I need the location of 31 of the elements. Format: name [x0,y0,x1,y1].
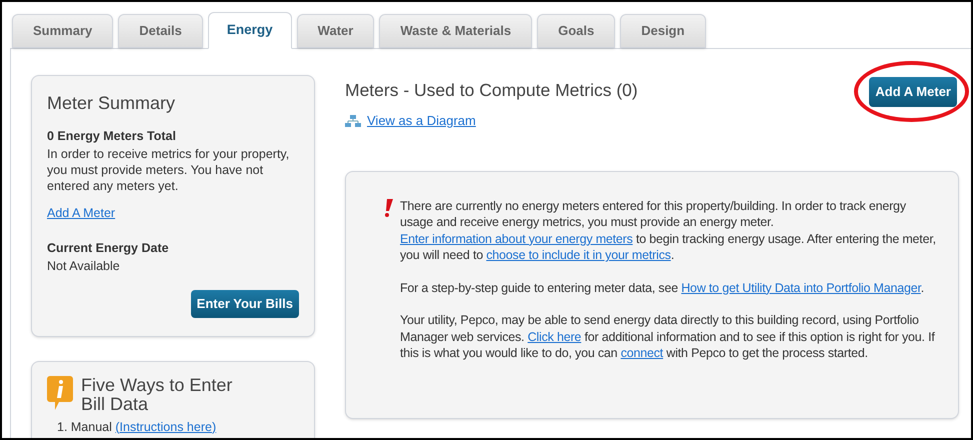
notice-paragraph: There are currently no energy meters entered for this property/building. In order to track energy usage and receive energy metrics, you must provide an energy meter. Enter information about your energy meters to begin tracking energy usage. After entering the meter, you will need to choose to include it in your metrics. [400,198,937,264]
info-icon [47,376,73,410]
section-title: Meters - Used to Compute Metrics (0) [345,79,638,102]
tab[interactable]: Waste & Materials [379,14,532,48]
inline-link[interactable]: How to get Utility Data into Portfolio Manager [681,280,921,295]
tab[interactable]: Goals [537,14,616,48]
meter-total: 0 Energy Meters Total [47,128,177,145]
tab[interactable]: Summary [12,14,114,48]
tab[interactable]: Energy [208,12,292,49]
add-meter-link[interactable]: Add A Meter [47,204,116,222]
add-meter-button[interactable]: Add A Meter [869,77,957,106]
enter-bills-button[interactable]: Enter Your Bills [190,290,299,318]
inline-link[interactable]: choose to include it in your metrics [486,248,671,262]
description: In order to receive metrics for your property, you must provide meters. You have not entered any meters yet. [47,146,290,194]
inline-link[interactable]: (Instructions here) [115,420,216,434]
alert-icon [384,198,394,217]
date-value: Not Available [47,258,121,276]
notice-paragraph: For a step-by-step guide to entering meter data, see How to get Utility Data into Portfolio Manager. [400,280,926,296]
tab[interactable]: Design [620,14,706,48]
card-title: Meter Summary [47,92,176,115]
date-label: Current Energy Date [47,240,170,257]
inline-link[interactable]: Click here [528,330,582,344]
card-title: Five Ways to Enter Bill Data [81,376,234,414]
inline-link[interactable]: Enter information about your energy meters [400,232,633,246]
list-item: 1. Manual (Instructions here) [57,418,218,436]
tab[interactable]: Details [118,14,203,48]
diagram-link[interactable]: View as a Diagram [367,111,476,131]
diagram-icon [345,115,361,127]
tab[interactable]: Water [296,14,374,48]
inline-link[interactable]: connect [620,346,664,360]
notice-paragraph: Your utility, Pepco, may be able to send energy data directly to this building record, using Portfolio Manager web services. Click here for additional information and to see if this option is right for you. If this is what you would like to do, you can connect with Pepco to get the process started. [400,312,936,362]
